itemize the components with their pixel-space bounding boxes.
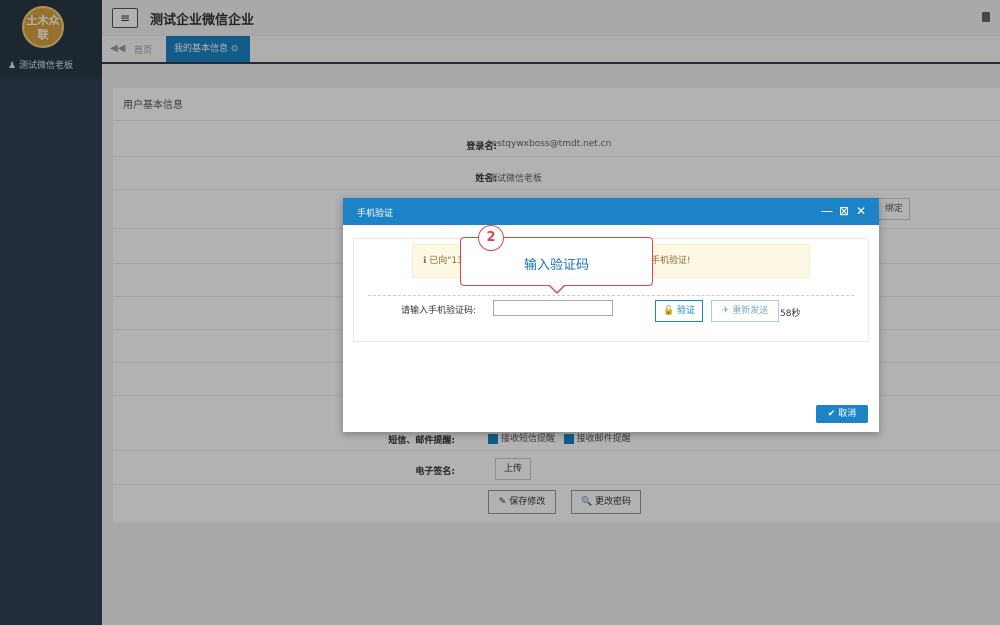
verify-button[interactable]: 🔓 验证	[655, 300, 703, 322]
alert-text-end: 手机验证!	[651, 256, 691, 266]
modal-title: 手机验证	[357, 209, 394, 219]
callout-text: 输入验证码	[523, 258, 589, 273]
countdown-timer: 58秒	[780, 309, 801, 319]
minimize-icon[interactable]: —	[821, 203, 833, 219]
close-icon[interactable]: ✕	[856, 203, 866, 219]
modal-header: 手机验证 — ⊠ ✕	[343, 198, 879, 225]
guide-callout: 2 输入验证码	[460, 225, 653, 294]
maximize-icon[interactable]: ⊠	[839, 203, 849, 219]
verification-code-input[interactable]	[493, 300, 613, 316]
phone-verify-modal: 手机验证 — ⊠ ✕ ℹ 已向"13 手机验证! 请输入手机验证码: 🔓 验证 …	[343, 198, 879, 432]
callout-pointer-fill	[550, 285, 564, 292]
code-field-label: 请输入手机验证码:	[400, 306, 476, 316]
step-number-badge: 2	[478, 225, 504, 251]
resend-button[interactable]: ✈ 重新发送	[711, 300, 779, 322]
cancel-button[interactable]: ✔ 取消	[816, 405, 868, 423]
dashed-divider	[368, 295, 854, 296]
alert-text-start: ℹ 已向"13	[423, 256, 463, 266]
